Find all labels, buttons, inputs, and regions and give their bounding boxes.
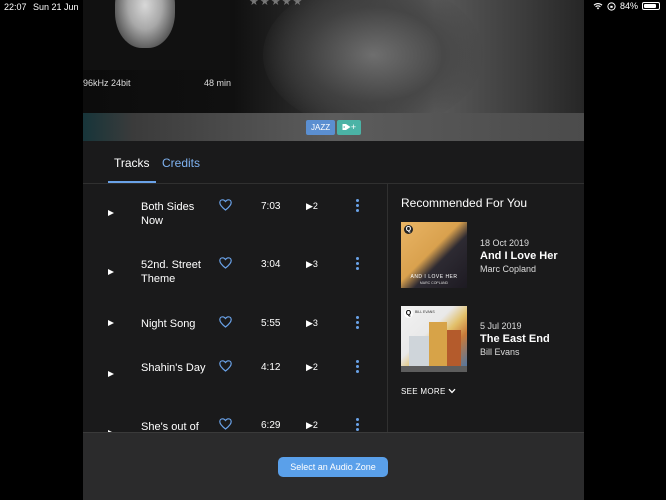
track-title: She's out of bbox=[141, 421, 199, 432]
tab-credits[interactable]: Credits bbox=[162, 156, 200, 170]
plays-count: 3 bbox=[312, 318, 318, 328]
see-more-label: SEE MORE bbox=[401, 387, 446, 396]
track-plays: ▶2 bbox=[306, 362, 318, 373]
track-title: 52nd. Street Theme bbox=[141, 259, 201, 285]
track-title: Night Song bbox=[141, 318, 196, 330]
cover-art-street bbox=[401, 366, 467, 372]
cover-art-building bbox=[409, 336, 429, 366]
recommended-date: 18 Oct 2019 bbox=[480, 238, 530, 248]
recommended-cover[interactable]: Q BILL EVANS bbox=[401, 306, 467, 372]
heart-icon[interactable] bbox=[219, 199, 232, 211]
status-time: 22:07 bbox=[4, 2, 27, 12]
album-cover[interactable] bbox=[83, 0, 230, 70]
heart-icon[interactable] bbox=[219, 360, 232, 372]
track-plays: ▶2 bbox=[306, 201, 318, 212]
recommended-date: 5 Jul 2019 bbox=[480, 321, 522, 331]
cover-art-building bbox=[447, 330, 461, 366]
track-duration: 4:12 bbox=[261, 362, 281, 373]
status-date: Sun 21 Jun bbox=[33, 2, 79, 12]
recommended-album-title[interactable]: The East End bbox=[480, 333, 550, 345]
cover-artist: BILL EVANS bbox=[415, 310, 435, 314]
track-title: Both Sides Now bbox=[141, 201, 195, 227]
album-page: ★★★★★ 96kHz 24bit 48 min JAZZ + Tracks C… bbox=[83, 0, 584, 500]
play-icon[interactable] bbox=[108, 269, 114, 275]
track-duration: 3:04 bbox=[261, 259, 281, 270]
more-options-icon[interactable] bbox=[356, 418, 360, 432]
plays-icon: ▶ bbox=[306, 420, 313, 430]
add-tag-button[interactable]: + bbox=[337, 120, 361, 135]
active-tab-indicator bbox=[108, 181, 156, 183]
rating-stars[interactable]: ★★★★★ bbox=[249, 0, 303, 8]
cover-artist: MARC COPLAND bbox=[419, 281, 449, 285]
plays-icon: ▶ bbox=[306, 318, 313, 328]
tab-tracks[interactable]: Tracks bbox=[114, 156, 150, 170]
track-row[interactable]: Both Sides Now 7:03 ▶2 bbox=[83, 184, 388, 234]
bottom-bar: Select an Audio Zone bbox=[83, 432, 584, 500]
track-row[interactable]: Shahin's Day 4:12 ▶2 bbox=[83, 345, 388, 395]
blurred-backdrop bbox=[263, 0, 483, 130]
plays-icon: ▶ bbox=[306, 362, 313, 372]
play-icon[interactable] bbox=[108, 210, 114, 216]
plays-icon: ▶ bbox=[306, 259, 313, 269]
battery-icon bbox=[642, 2, 660, 10]
see-more-button[interactable]: SEE MORE bbox=[401, 387, 456, 396]
play-icon[interactable] bbox=[108, 371, 114, 377]
plays-count: 2 bbox=[312, 201, 318, 211]
plays-count: 2 bbox=[312, 362, 318, 372]
heart-icon[interactable] bbox=[219, 418, 232, 430]
tab-bar: Tracks Credits bbox=[83, 141, 584, 184]
plays-count: 2 bbox=[312, 420, 318, 430]
play-icon[interactable] bbox=[108, 320, 114, 326]
genre-badge[interactable]: JAZZ bbox=[306, 120, 336, 135]
cover-art-building bbox=[429, 322, 447, 366]
recommended-artist[interactable]: Marc Copland bbox=[480, 264, 536, 274]
battery-fill bbox=[644, 4, 656, 8]
track-row[interactable]: She's out of 6:29 ▶2 bbox=[83, 403, 388, 432]
more-options-icon[interactable] bbox=[356, 257, 360, 272]
chevron-down-icon bbox=[448, 388, 456, 394]
album-header: ★★★★★ 96kHz 24bit 48 min JAZZ + bbox=[83, 0, 584, 141]
tag-icon bbox=[342, 124, 351, 130]
track-plays: ▶3 bbox=[306, 318, 318, 329]
battery-percent: 84% bbox=[619, 1, 638, 11]
cover-title: AND I LOVE HER bbox=[410, 274, 458, 280]
track-duration: 6:29 bbox=[261, 420, 281, 431]
heart-icon[interactable] bbox=[219, 257, 232, 269]
track-title: Shahin's Day bbox=[141, 362, 206, 374]
rotation-lock-icon bbox=[607, 1, 616, 11]
track-list: Both Sides Now 7:03 ▶2 52nd. Street Them… bbox=[83, 184, 388, 432]
track-duration: 7:03 bbox=[261, 201, 281, 212]
label-logo-icon: Q bbox=[404, 309, 413, 318]
track-plays: ▶2 bbox=[306, 420, 318, 431]
album-duration: 48 min bbox=[204, 78, 232, 88]
select-audio-zone-button[interactable]: Select an Audio Zone bbox=[278, 457, 388, 477]
album-cover-portrait bbox=[115, 0, 175, 48]
label-logo-icon: Q bbox=[404, 225, 413, 234]
recommended-title: Recommended For You bbox=[401, 196, 528, 210]
wifi-icon bbox=[593, 3, 603, 10]
status-right: 84% bbox=[593, 1, 660, 11]
plays-icon: ▶ bbox=[306, 201, 313, 211]
track-duration: 5:55 bbox=[261, 318, 281, 329]
track-row[interactable]: Night Song 5:55 ▶3 bbox=[83, 301, 388, 351]
recommended-cover[interactable]: Q AND I LOVE HER MARC COPLAND bbox=[401, 222, 467, 288]
more-options-icon[interactable] bbox=[356, 360, 360, 375]
plays-count: 3 bbox=[312, 259, 318, 269]
more-options-icon[interactable] bbox=[356, 316, 360, 331]
audio-format: 96kHz 24bit bbox=[83, 78, 131, 88]
recommended-panel: Recommended For You Q AND I LOVE HER MAR… bbox=[388, 184, 584, 432]
recommended-artist[interactable]: Bill Evans bbox=[480, 347, 520, 357]
more-options-icon[interactable] bbox=[356, 199, 360, 214]
track-plays: ▶3 bbox=[306, 259, 318, 270]
track-row[interactable]: 52nd. Street Theme 3:04 ▶3 bbox=[83, 242, 388, 292]
recommended-album-title[interactable]: And I Love Her bbox=[480, 250, 558, 262]
heart-icon[interactable] bbox=[219, 316, 232, 328]
add-tag-plus: + bbox=[350, 122, 357, 132]
